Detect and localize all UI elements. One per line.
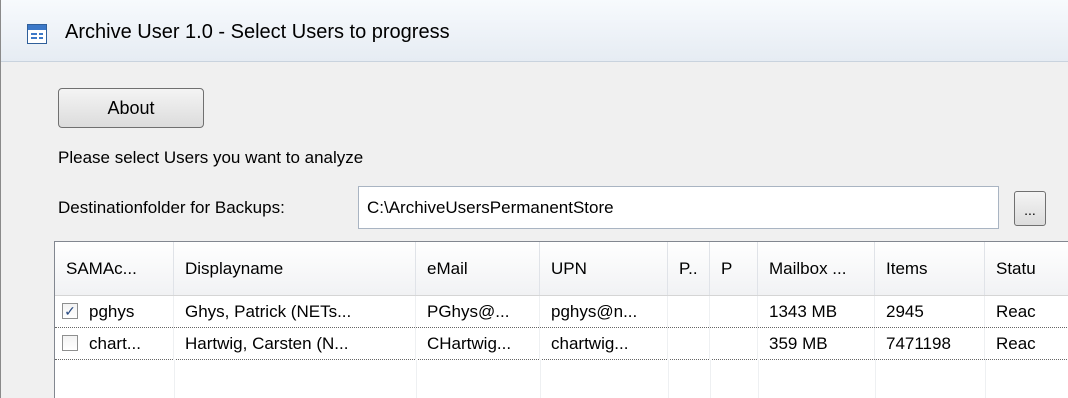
- column-header-displayname[interactable]: Displayname: [174, 242, 416, 295]
- window-title: Archive User 1.0 - Select Users to progr…: [65, 21, 450, 43]
- cell-mailbox: 359 MB: [758, 328, 875, 359]
- column-divider: [758, 359, 759, 398]
- cell-mailbox: 1343 MB: [758, 296, 875, 327]
- cell-displayname: Hartwig, Carsten (N...: [174, 328, 416, 359]
- cell-items: 7471198: [875, 328, 985, 359]
- column-header-p1[interactable]: P..: [668, 242, 710, 295]
- row-checkbox[interactable]: [62, 335, 78, 351]
- cell-samaccount: pghys: [85, 296, 174, 327]
- cell-samaccount: chart...: [85, 328, 174, 359]
- column-header-email[interactable]: eMail: [416, 242, 540, 295]
- cell-p2: [710, 296, 758, 327]
- column-divider: [416, 359, 417, 398]
- cell-email: CHartwig...: [416, 328, 540, 359]
- cell-p1: [668, 296, 710, 327]
- table-row[interactable]: ✓ pghys Ghys, Patrick (NETs... PGhys@...…: [55, 296, 1068, 328]
- instruction-text: Please select Users you want to analyze: [58, 148, 364, 167]
- column-header-items[interactable]: Items: [875, 242, 985, 295]
- column-header-status[interactable]: Statu: [985, 242, 1068, 295]
- row-checkbox[interactable]: ✓: [62, 303, 78, 319]
- column-divider: [540, 359, 541, 398]
- title-bar: Archive User 1.0 - Select Users to progr…: [1, 0, 1068, 62]
- app-icon: [27, 24, 47, 44]
- cell-upn: chartwig...: [540, 328, 668, 359]
- column-divider: [668, 359, 669, 398]
- column-header-mailbox[interactable]: Mailbox ...: [758, 242, 875, 295]
- column-header-samaccount[interactable]: SAMAc...: [55, 242, 174, 295]
- app-window: Archive User 1.0 - Select Users to progr…: [0, 0, 1068, 398]
- cell-p1: [668, 328, 710, 359]
- users-list[interactable]: SAMAc... Displayname eMail UPN P.. P Mai…: [54, 241, 1068, 398]
- cell-upn: pghys@n...: [540, 296, 668, 327]
- column-divider: [710, 359, 711, 398]
- cell-p2: [710, 328, 758, 359]
- column-divider: [985, 359, 986, 398]
- cell-status: Reac: [985, 328, 1068, 359]
- list-header: SAMAc... Displayname eMail UPN P.. P Mai…: [55, 242, 1068, 296]
- cell-email: PGhys@...: [416, 296, 540, 327]
- browse-button[interactable]: ...: [1014, 191, 1046, 226]
- column-header-p2[interactable]: P: [710, 242, 758, 295]
- column-header-upn[interactable]: UPN: [540, 242, 668, 295]
- column-divider: [875, 359, 876, 398]
- table-row[interactable]: chart... Hartwig, Carsten (N... CHartwig…: [55, 328, 1068, 360]
- column-divider: [174, 359, 175, 398]
- about-button[interactable]: About: [58, 88, 204, 128]
- cell-items: 2945: [875, 296, 985, 327]
- cell-status: Reac: [985, 296, 1068, 327]
- destination-label: Destinationfolder for Backups:: [58, 198, 285, 217]
- destination-folder-field[interactable]: C:\ArchiveUsersPermanentStore: [358, 186, 999, 229]
- cell-displayname: Ghys, Patrick (NETs...: [174, 296, 416, 327]
